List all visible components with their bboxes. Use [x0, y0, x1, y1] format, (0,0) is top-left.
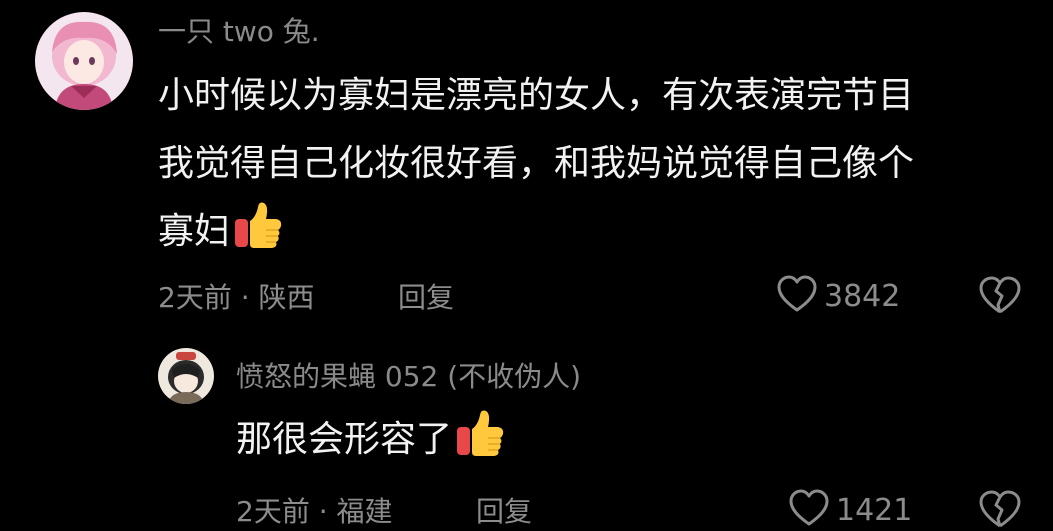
- thumbs-up-icon: [232, 199, 284, 274]
- comment-line-last: 寡妇: [158, 198, 914, 274]
- comment-thread: 一只 two 兔. 小时候以为寡妇是漂亮的女人，有次表演完节目 我觉得自己化妆很…: [0, 0, 1053, 531]
- comment-line-text: 寡妇: [158, 211, 231, 252]
- reply-dislike-button[interactable]: [978, 489, 1022, 531]
- meta-separator: ·: [318, 495, 328, 528]
- reply-meta: 2天前 · 福建: [236, 490, 393, 530]
- comment-line: 小时候以为寡妇是漂亮的女人，有次表演完节目: [158, 75, 915, 116]
- reply-line: 那很会形容了: [236, 406, 506, 482]
- comment-body: 小时候以为寡妇是漂亮的女人，有次表演完节目 我觉得自己化妆很好看，和我妈说觉得自…: [158, 62, 914, 274]
- reply-button[interactable]: 回复: [398, 276, 454, 316]
- reply-reply-button[interactable]: 回复: [476, 490, 532, 530]
- heart-icon: [776, 275, 818, 317]
- heart-icon: [788, 489, 830, 531]
- like-button[interactable]: 3842: [776, 275, 900, 317]
- reply-location: 福建: [336, 495, 393, 528]
- reply-time: 2天前: [236, 495, 310, 528]
- comment-location: 陕西: [258, 281, 315, 314]
- like-count: 1421: [836, 492, 913, 528]
- avatar[interactable]: [35, 12, 133, 110]
- reply-body: 那很会形容了: [236, 406, 506, 482]
- comment-line: 我觉得自己化妆很好看，和我妈说觉得自己像个: [158, 143, 915, 184]
- reply-text: 那很会形容了: [236, 419, 453, 460]
- dislike-button[interactable]: [978, 275, 1022, 319]
- broken-heart-icon: [978, 490, 1022, 531]
- like-count: 3842: [824, 278, 901, 314]
- thumbs-up-icon: [454, 407, 506, 482]
- comment-time: 2天前: [158, 281, 232, 314]
- comment-username[interactable]: 一只 two 兔.: [158, 10, 320, 50]
- reply-username[interactable]: 愤怒的果蝇 052 (不收伪人): [236, 355, 581, 395]
- reply-like-button[interactable]: 1421: [788, 489, 912, 531]
- reply-avatar[interactable]: [158, 348, 214, 404]
- comment-meta: 2天前 · 陕西: [158, 276, 315, 316]
- meta-separator: ·: [240, 281, 250, 314]
- broken-heart-icon: [978, 276, 1022, 319]
